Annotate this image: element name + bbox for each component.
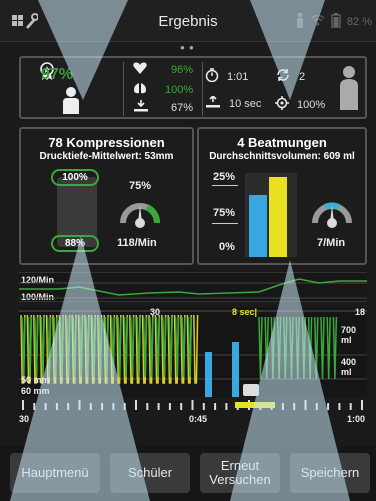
stopwatch-icon xyxy=(205,68,219,85)
wave-mark-8sec: 8 sec| xyxy=(232,307,258,317)
depth-50: 50 mm xyxy=(21,375,50,385)
timeline-start: 30 xyxy=(19,414,30,424)
student-icon xyxy=(61,86,81,119)
timeline-mid: 0:45 xyxy=(189,414,208,424)
depth-top-pill: 100% xyxy=(51,169,99,186)
cycle-icon xyxy=(275,68,291,85)
compression-rate: 118/Min xyxy=(117,237,157,249)
gauge-percent: 75% xyxy=(129,180,152,192)
retry-button[interactable]: Erneut Versuchen xyxy=(200,453,280,493)
top-bar: Ergebnis 82 % xyxy=(0,0,376,42)
timeline-end: 1:00 xyxy=(347,414,366,424)
depth-bottom-pill: 88% xyxy=(51,235,99,252)
timeline[interactable]: 30 0:45 1:00 xyxy=(19,384,367,430)
target-metric: 100% xyxy=(275,96,325,113)
target-icon xyxy=(275,96,289,113)
status-area: 82 % xyxy=(295,12,372,31)
overall-score: 97% xyxy=(41,66,74,83)
rate-gauge-icon xyxy=(119,193,161,234)
compressions-title: 78 Kompressionen xyxy=(48,135,165,150)
volume-bar-yellow xyxy=(269,177,287,257)
lungs-icon xyxy=(133,82,147,97)
save-button[interactable]: Speichern xyxy=(290,453,370,493)
compressions-card: 78 Kompressionen Drucktiefe-Mittelwert: … xyxy=(19,127,194,265)
wave-mark-30: 30 xyxy=(150,307,161,317)
vent-tick-bottom: 0% xyxy=(219,241,235,253)
page-indicator: ● ● xyxy=(180,43,195,52)
battery-icon xyxy=(331,12,341,31)
vent-tick-mid: 75% xyxy=(213,207,236,219)
heart-metric: 96% xyxy=(133,62,193,77)
wave-mark-18: 18 xyxy=(355,307,366,317)
timeline-handle[interactable] xyxy=(243,384,259,396)
heart-icon xyxy=(133,62,147,77)
depth-waveform xyxy=(21,316,338,380)
timeline-selection[interactable] xyxy=(235,402,275,408)
ventilations-card: 4 Beatmungen Durchschnittsvolumen: 609 m… xyxy=(197,127,367,265)
volume-400: 400 ml xyxy=(341,357,357,377)
vent-tick-top: 25% xyxy=(213,171,236,183)
volume-bar-blue xyxy=(249,195,267,257)
summary-panel: 97% 96% 100% 67% 1:01 2 10 sec 100% xyxy=(19,56,367,119)
battery-label: 82 % xyxy=(346,15,372,28)
wifi-icon xyxy=(311,14,325,29)
hand-position-icon xyxy=(133,100,149,115)
vent-rate-gauge-icon xyxy=(311,193,353,234)
manikin-icon xyxy=(337,64,361,115)
rate-graph: 120/Min 100/Min xyxy=(19,272,367,302)
compressions-subtitle: Drucktiefe-Mittelwert: 53mm xyxy=(39,151,174,162)
lungs-metric: 100% xyxy=(133,82,193,97)
pause-metric: 10 sec xyxy=(205,94,261,111)
cycles-metric: 2 xyxy=(275,68,305,85)
ventilations-subtitle: Durchschnittsvolumen: 609 ml xyxy=(209,151,355,162)
hands-off-icon xyxy=(205,94,221,111)
depth-60: 60 mm xyxy=(21,386,50,396)
time-metric: 1:01 xyxy=(205,68,248,85)
main-menu-button[interactable]: Hauptmenü xyxy=(10,453,100,493)
students-button[interactable]: Schüler xyxy=(110,453,190,493)
volume-700: 700 ml xyxy=(341,325,357,345)
ventilation-rate: 7/Min xyxy=(317,237,346,249)
hands-metric: 67% xyxy=(133,100,193,115)
person-icon xyxy=(295,12,305,31)
button-bar: Hauptmenü Schüler Erneut Versuchen Speic… xyxy=(0,446,376,501)
ventilations-title: 4 Beatmungen xyxy=(237,135,327,150)
waveform-chart: 30 8 sec| 18 700 ml 400 ml 50 mm 60 mm xyxy=(19,307,367,397)
